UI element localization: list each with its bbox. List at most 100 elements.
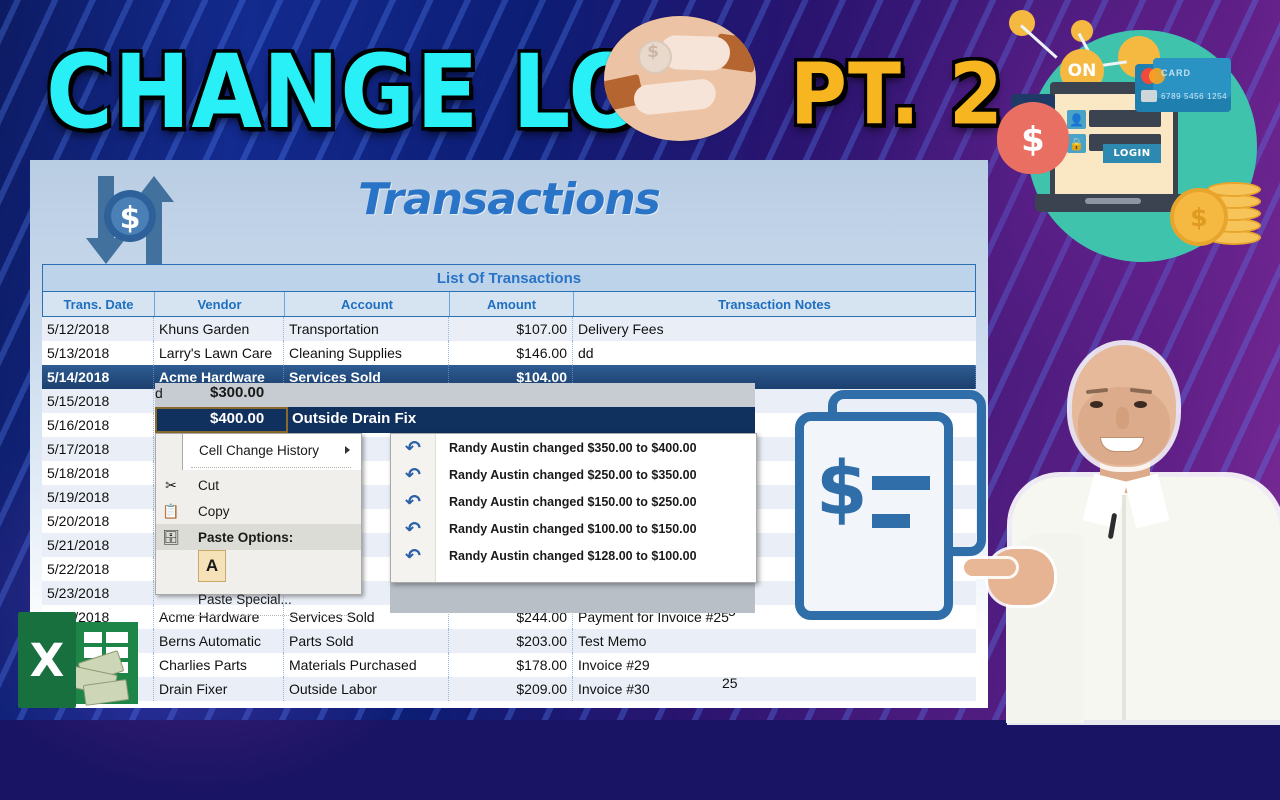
table-cell-date[interactable]: 5/14/2018 <box>42 365 154 389</box>
menu-item-cut[interactable]: ✂ Cut <box>156 472 361 498</box>
presenter-shirt-placket <box>1122 495 1126 720</box>
presenter-pointing-hand <box>964 531 1056 609</box>
presenter-nose <box>1116 407 1129 429</box>
table-cell-date[interactable]: 5/19/2018 <box>42 485 154 509</box>
table-cell-date[interactable]: 5/12/2018 <box>42 317 154 341</box>
table-cell-date[interactable]: 5/20/2018 <box>42 509 154 533</box>
table-cell-amount[interactable]: $209.00 <box>449 677 573 701</box>
submenu-items: ↶ Randy Austin changed $350.00 to $400.00… <box>391 434 756 569</box>
column-header-date[interactable]: Trans. Date <box>43 292 155 316</box>
user-icon: 👤 <box>1067 110 1086 129</box>
undo-arrow-icon: ↶ <box>405 518 421 540</box>
table-cell-vendor[interactable]: Larry's Lawn Care <box>154 341 284 365</box>
cell-change-history-separator <box>191 467 351 468</box>
submenu-item-label: Randy Austin changed $100.00 to $150.00 <box>449 521 697 536</box>
menu-item-cell-change-history-label: Cell Change History <box>199 442 320 458</box>
finance-illustration: ON 👤 🔒 LOGIN CARD 6789 5456 1254 $ $ <box>975 2 1275 282</box>
cell-change-history-submenu: ↶ Randy Austin changed $350.00 to $400.00… <box>390 433 757 583</box>
table-cell-amount[interactable]: $107.00 <box>449 317 573 341</box>
submenu-item[interactable]: ↶ Randy Austin changed $150.00 to $250.00 <box>391 488 756 515</box>
table-cell-amount[interactable]: $178.00 <box>449 653 573 677</box>
column-header-vendor[interactable]: Vendor <box>155 292 285 316</box>
table-cell-notes[interactable]: Delivery Fees <box>573 317 976 341</box>
card-number: 6789 5456 1254 <box>1161 92 1228 101</box>
table-cell-account[interactable]: Parts Sold <box>284 629 449 653</box>
copy-icon: 📋 <box>162 502 180 519</box>
context-menu-overlay: d $300.00 $400.00 Outside Drain Fix ✂ Cu… <box>155 383 757 616</box>
table-cell-notes[interactable]: Test Memo <box>573 629 976 653</box>
table-cell-notes[interactable]: dd <box>573 341 976 365</box>
edit-row-partial-text: d <box>155 385 163 401</box>
table-cell-date[interactable]: 5/22/2018 <box>42 557 154 581</box>
table-cell-notes[interactable]: Invoice #30 <box>573 677 976 701</box>
menu-item-paste-special-label: Paste Special... <box>198 591 292 607</box>
login-button[interactable]: LOGIN <box>1103 144 1161 163</box>
paste-keep-formatting-button[interactable]: A <box>198 550 226 582</box>
card-chip-icon <box>1141 90 1157 102</box>
table-cell-date[interactable]: 5/15/2018 <box>42 389 154 413</box>
excel-app-icon: X <box>18 608 138 710</box>
table-cell-vendor[interactable]: Drain Fixer <box>154 677 284 701</box>
presenter-photo <box>964 345 1280 723</box>
submenu-item[interactable]: ↶ Randy Austin changed $250.00 to $350.00 <box>391 461 756 488</box>
username-field[interactable] <box>1089 110 1161 127</box>
handshake-money-icon: $ <box>604 16 756 141</box>
menu-item-paste-special[interactable]: Paste Special... <box>156 586 361 612</box>
column-header-notes[interactable]: Transaction Notes <box>574 292 975 316</box>
menu-item-cut-label: Cut <box>198 477 220 493</box>
table-cell-vendor[interactable]: Khuns Garden <box>154 317 284 341</box>
connector-1 <box>1019 24 1058 59</box>
table-cell-vendor[interactable]: Berns Automatic <box>154 629 284 653</box>
column-header-amount[interactable]: Amount <box>450 292 574 316</box>
laptop-trackpad <box>1085 198 1141 204</box>
table-cell-date[interactable]: 5/16/2018 <box>42 413 154 437</box>
active-cell-amount: $400.00 <box>210 410 265 427</box>
undo-arrow-icon: ↶ <box>405 545 421 567</box>
table-cell-amount[interactable]: $146.00 <box>449 341 573 365</box>
table-row[interactable]: 5/13/2018 Larry's Lawn Care Cleaning Suppl… <box>42 341 976 365</box>
scissors-icon: ✂ <box>165 476 177 493</box>
menu-item-cell-change-history[interactable]: Cell Change History <box>183 435 359 465</box>
column-header-account[interactable]: Account <box>285 292 450 316</box>
menu-item-paste-options[interactable]: 🗄 Paste Options: <box>156 524 361 550</box>
submenu-footer <box>390 581 755 613</box>
paste-icon: 🗄 <box>162 528 180 545</box>
edit-row-above: d $300.00 <box>155 383 755 407</box>
eye-right <box>1134 401 1147 408</box>
table-cell-date[interactable]: 5/21/2018 <box>42 533 154 557</box>
submenu-item-label: Randy Austin changed $128.00 to $100.00 <box>449 548 697 563</box>
submenu-item[interactable]: ↶ Randy Austin changed $350.00 to $400.00 <box>391 434 756 461</box>
card-label: CARD <box>1161 68 1191 78</box>
table-cell-amount[interactable]: $203.00 <box>449 629 573 653</box>
lock-icon: 🔒 <box>1067 134 1086 153</box>
table-row[interactable]: 5/12/2018 Khuns Garden Transportation $107.… <box>42 317 976 341</box>
menu-separator <box>164 615 353 617</box>
table-row[interactable]: Berns Automatic Parts Sold $203.00 Test Mem… <box>42 629 976 653</box>
amount-above: $300.00 <box>210 384 265 401</box>
menu-item-copy[interactable]: 📋 Copy <box>156 498 361 524</box>
table-cell-account[interactable]: Cleaning Supplies <box>284 341 449 365</box>
submenu-item[interactable]: ↶ Randy Austin changed $128.00 to $100.00 <box>391 542 756 569</box>
table-cell-date[interactable]: 5/13/2018 <box>42 341 154 365</box>
table-row[interactable]: Charlies Parts Materials Purchased $178.00… <box>42 653 976 677</box>
invoice-document-icon: $ <box>790 390 986 620</box>
table-cell-vendor[interactable]: Charlies Parts <box>154 653 284 677</box>
table-cell-date[interactable]: 5/17/2018 <box>42 437 154 461</box>
eye-left <box>1090 401 1103 408</box>
coin-icon: $ <box>1170 188 1228 246</box>
table-cell-date[interactable]: 5/23/2018 <box>42 581 154 605</box>
submenu-item[interactable]: ↶ Randy Austin changed $100.00 to $150.00 <box>391 515 756 542</box>
table-banner: List Of Transactions <box>42 264 976 292</box>
table-cell-account[interactable]: Transportation <box>284 317 449 341</box>
table-cell-date[interactable]: 5/18/2018 <box>42 461 154 485</box>
table-header-row: Trans. Date Vendor Account Amount Transa… <box>42 292 976 317</box>
table-cell-account[interactable]: Outside Labor <box>284 677 449 701</box>
presenter-arm <box>964 533 1084 723</box>
index-finger <box>964 559 1016 576</box>
table-cell-notes[interactable]: Invoice #29 <box>573 653 976 677</box>
money-bag-dollar: $ <box>1021 120 1045 160</box>
hand-palm <box>988 549 1054 605</box>
table-cell-account[interactable]: Materials Purchased <box>284 653 449 677</box>
table-row[interactable]: Drain Fixer Outside Labor $209.00 Invoice #… <box>42 677 976 701</box>
excel-icon-letter: X <box>29 633 65 687</box>
